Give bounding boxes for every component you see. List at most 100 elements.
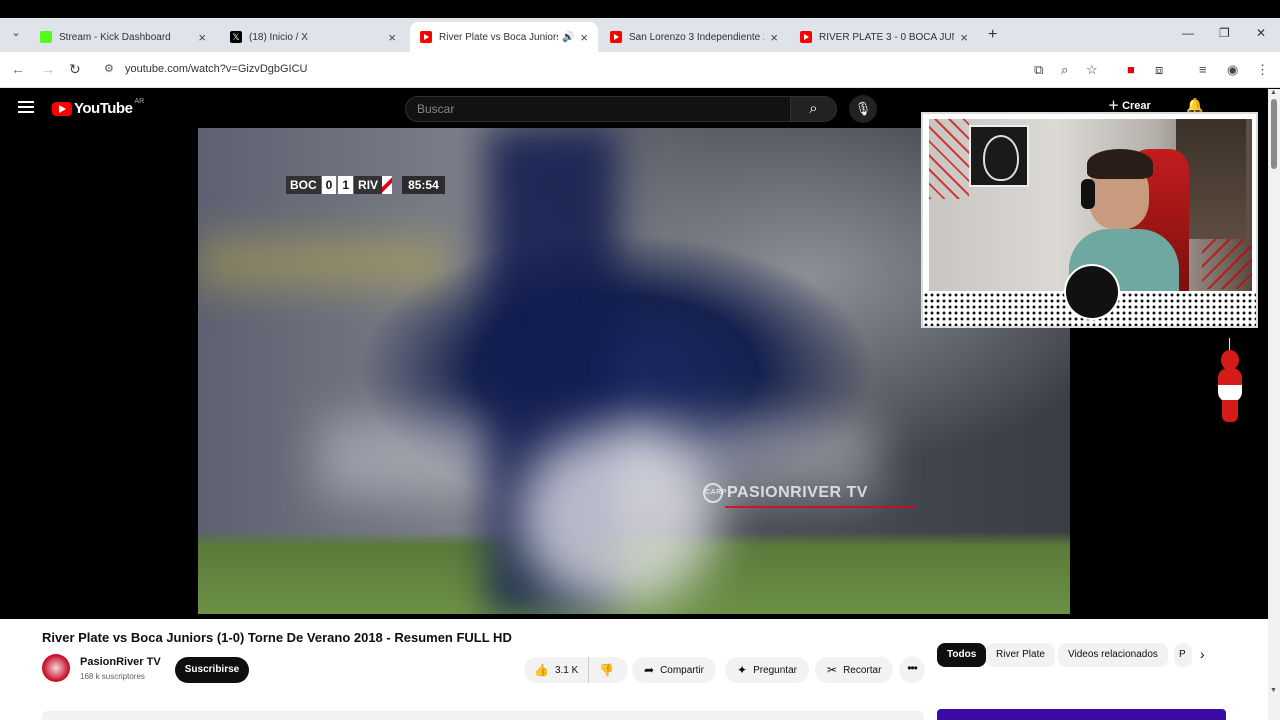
scroll-up-arrow-icon[interactable]: ▲ xyxy=(1270,89,1277,96)
close-tab-icon[interactable]: × xyxy=(580,30,588,45)
minimize-icon[interactable]: — xyxy=(1182,26,1194,40)
x-favicon-icon: 𝕏 xyxy=(230,31,242,43)
reload-icon[interactable]: ↻ xyxy=(69,61,81,78)
streamer-hair xyxy=(1087,149,1153,179)
media-control-icon[interactable]: ≡ xyxy=(1199,62,1207,77)
river-flag-icon xyxy=(382,176,393,194)
tab-title: RIVER PLATE 3 - 0 BOCA JUNIO xyxy=(819,31,955,43)
kick-favicon-icon xyxy=(40,31,52,43)
tab-kick-dashboard[interactable]: Stream - Kick Dashboard × xyxy=(30,22,216,52)
back-arrow-icon[interactable]: ← xyxy=(11,61,25,77)
tab-river-3-0-boca[interactable]: RIVER PLATE 3 - 0 BOCA JUNIO × xyxy=(790,22,978,52)
create-label: Crear xyxy=(1122,100,1151,112)
thumbs-up-icon: 👍 xyxy=(534,663,549,677)
new-tab-plus-icon[interactable]: + xyxy=(988,26,997,44)
like-count: 3.1 K xyxy=(554,664,579,676)
youtube-logo[interactable]: YouTube AR xyxy=(52,98,145,117)
share-label: Compartir xyxy=(660,664,704,676)
close-window-icon[interactable]: ✕ xyxy=(1256,26,1266,40)
recommended-video-thumbnail[interactable] xyxy=(937,709,1226,720)
close-tab-icon[interactable]: × xyxy=(960,30,968,45)
spider-web-decoration xyxy=(1202,239,1252,289)
score-home: 0 xyxy=(321,176,337,194)
ask-label: Preguntar xyxy=(753,664,797,676)
share-arrow-icon: ➦ xyxy=(644,663,655,677)
chip-partial[interactable]: P xyxy=(1174,643,1192,667)
browser-toolbar: ← → ↻ ⚙ youtube.com/watch?v=GizvDgbGICU … xyxy=(0,52,1280,88)
close-tab-icon[interactable]: × xyxy=(388,30,396,45)
zoom-icon[interactable]: ⌕ xyxy=(1061,62,1068,78)
scroll-down-arrow-icon[interactable]: ▼ xyxy=(1270,687,1277,694)
chip-todos[interactable]: Todos xyxy=(937,643,987,667)
thumbs-down-icon[interactable]: 👎 xyxy=(589,663,624,677)
like-dislike-group: 👍 3.1 K 👎 xyxy=(524,657,628,683)
browser-tab-strip: ⌄ Stream - Kick Dashboard × 𝕏 (18) Inici… xyxy=(0,18,1280,52)
address-bar[interactable]: ⚙ youtube.com/watch?v=GizvDgbGICU xyxy=(98,57,1116,83)
url-text[interactable]: youtube.com/watch?v=GizvDgbGICU xyxy=(125,63,308,75)
webcam-overlay xyxy=(921,112,1258,328)
blurred-player-yellow xyxy=(198,238,448,288)
tab-title: (18) Inicio / X xyxy=(249,31,308,43)
share-button[interactable]: ➦ Compartir xyxy=(632,657,716,683)
youtube-favicon-icon xyxy=(800,31,812,43)
close-tab-icon[interactable]: × xyxy=(770,30,778,45)
extensions-puzzle-icon[interactable]: ⧈ xyxy=(1155,62,1163,78)
blurred-player-white xyxy=(518,428,718,608)
tab-title: Stream - Kick Dashboard xyxy=(59,31,171,43)
tab-title: River Plate vs Boca Juniors ( xyxy=(439,31,558,43)
search-icon[interactable]: ⌕ xyxy=(791,96,837,122)
youtube-play-icon xyxy=(52,101,72,116)
ask-button[interactable]: ✦ Preguntar xyxy=(725,657,809,683)
hamburger-menu-icon[interactable] xyxy=(18,101,34,116)
tab-title: San Lorenzo 3 Independiente 2 xyxy=(629,31,765,43)
sparkle-icon: ✦ xyxy=(737,663,748,677)
subscribe-button[interactable]: Suscribirse xyxy=(175,657,249,683)
channel-name[interactable]: PasionRiver TV xyxy=(80,656,161,668)
tab-san-lorenzo[interactable]: San Lorenzo 3 Independiente 2 × xyxy=(600,22,788,52)
country-code: AR xyxy=(134,98,145,105)
page-scrollbar[interactable]: ▲ ▼ xyxy=(1268,89,1280,720)
menu-kebab-icon[interactable]: ⋮ xyxy=(1256,62,1269,78)
create-button[interactable]: ＋ Crear xyxy=(1108,97,1151,113)
close-tab-icon[interactable]: × xyxy=(198,30,206,45)
video-info-area: River Plate vs Boca Juniors (1-0) Torne … xyxy=(0,619,1268,720)
search-input[interactable]: Buscar xyxy=(405,96,791,122)
restore-icon[interactable]: ❐ xyxy=(1219,26,1230,40)
cast-icon[interactable]: ⧉ xyxy=(1034,62,1043,78)
score-away-team: RIV xyxy=(354,176,383,194)
watermark-underline xyxy=(725,506,915,508)
score-home-team: BOC xyxy=(286,176,321,194)
video-title: River Plate vs Boca Juniors (1-0) Torne … xyxy=(42,630,512,645)
hanging-spiderman-icon xyxy=(1213,338,1247,425)
tab-x-inicio[interactable]: 𝕏 (18) Inicio / X × xyxy=(220,22,406,52)
forward-arrow-icon[interactable]: → xyxy=(41,61,55,77)
headset-icon xyxy=(1081,179,1095,209)
subscriber-count: 168 k suscriptores xyxy=(80,672,145,681)
watermark-text: PASIONRIVER TV xyxy=(727,484,868,502)
microphone-icon[interactable]: 🎙 xyxy=(849,95,877,123)
score-away: 1 xyxy=(338,176,354,194)
like-button[interactable]: 👍 3.1 K xyxy=(524,657,590,683)
tab-river-boca-active[interactable]: River Plate vs Boca Juniors ( 🔊 × xyxy=(410,22,598,52)
chip-videos-relacionados[interactable]: Videos relacionados xyxy=(1058,643,1168,667)
scrollbar-thumb[interactable] xyxy=(1271,99,1277,169)
tab-search-chevron-icon[interactable]: ⌄ xyxy=(6,26,26,44)
site-settings-icon[interactable]: ⚙ xyxy=(104,62,114,75)
youtube-favicon-icon xyxy=(610,31,622,43)
more-actions-icon[interactable]: ••• xyxy=(899,657,925,683)
clip-label: Recortar xyxy=(843,664,882,676)
match-clock: 85:54 xyxy=(402,176,445,194)
chip-river-plate[interactable]: River Plate xyxy=(986,643,1055,667)
description-box[interactable] xyxy=(42,711,924,720)
scoreboard-overlay: BOC 0 1 RIV 85:54 xyxy=(286,176,445,194)
spiderman-poster xyxy=(969,125,1029,187)
spider-web-decoration xyxy=(929,119,969,199)
speaker-icon[interactable]: 🔊 xyxy=(562,32,574,43)
extension-record-icon[interactable]: ■ xyxy=(1127,62,1135,77)
channel-avatar[interactable] xyxy=(42,654,70,682)
carp-logo-icon: CARP xyxy=(703,483,726,503)
profile-icon[interactable]: ◉ xyxy=(1227,62,1238,78)
clip-button[interactable]: ✂ Recortar xyxy=(815,657,894,683)
bookmark-star-icon[interactable]: ☆ xyxy=(1086,62,1098,78)
chevron-right-icon[interactable]: › xyxy=(1200,646,1205,662)
